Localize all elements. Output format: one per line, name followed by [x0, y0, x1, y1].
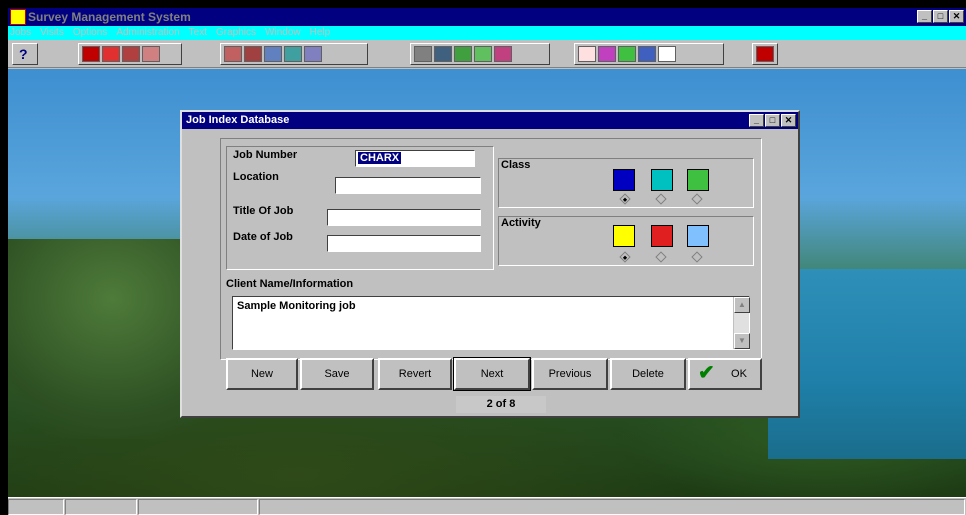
activity-panel: Activity [498, 216, 754, 266]
app-title-bar: Survey Management System _ □ ✕ [8, 8, 966, 26]
app-title: Survey Management System [28, 10, 191, 24]
dialog-maximize-button[interactable]: □ [765, 114, 780, 127]
class-label: Class [501, 159, 531, 171]
ok-button-label: OK [731, 368, 747, 380]
dialog-title: Job Index Database [186, 114, 290, 126]
previous-button[interactable]: Previous [532, 358, 608, 390]
save-button[interactable]: Save [300, 358, 374, 390]
toolbar-group-charts [410, 43, 550, 65]
maximize-button[interactable]: □ [933, 10, 948, 23]
class-radio-b[interactable] [655, 193, 667, 205]
activity-stop-icon[interactable] [651, 225, 673, 247]
new-button[interactable]: New [226, 358, 298, 390]
date-of-job-field[interactable] [327, 235, 481, 252]
ok-button[interactable]: ✔ OK [688, 358, 762, 390]
dialog-title-bar: Job Index Database _ □ ✕ [182, 112, 798, 129]
dialog-close-button[interactable]: ✕ [781, 114, 796, 127]
title-of-job-field[interactable] [327, 209, 481, 226]
menu-text[interactable]: Text [189, 26, 207, 40]
job-index-dialog: Job Index Database _ □ ✕ Job Number CHAR… [180, 110, 800, 418]
date-of-job-label: Date of Job [233, 231, 293, 243]
activity-radio-a[interactable] [619, 251, 631, 263]
location-field[interactable] [335, 177, 481, 194]
record-red-icon[interactable] [82, 46, 100, 62]
menu-window[interactable]: Window [265, 26, 301, 40]
scroll-up-button[interactable]: ▲ [734, 297, 750, 313]
export-icon[interactable] [638, 46, 656, 62]
blank-icon[interactable] [658, 46, 676, 62]
pen-icon[interactable] [618, 46, 636, 62]
location-label: Location [233, 171, 279, 183]
scroll-down-button[interactable]: ▼ [734, 333, 750, 349]
client-info-value: Sample Monitoring job [237, 300, 356, 312]
area-chart-icon[interactable] [474, 46, 492, 62]
table-icon[interactable] [304, 46, 322, 62]
status-cell-4 [259, 499, 965, 515]
help-tool-button[interactable]: ? [12, 43, 38, 65]
toolbar-group-terrain [220, 43, 368, 65]
menu-administration[interactable]: Administration [116, 26, 179, 40]
client-info-scrollbar[interactable]: ▲ ▼ [733, 297, 750, 349]
record-grid-icon[interactable] [122, 46, 140, 62]
exit-door-icon [756, 46, 774, 62]
menu-visits[interactable]: Visits [40, 26, 64, 40]
status-cell-2 [65, 499, 137, 515]
monitor-icon[interactable] [434, 46, 452, 62]
job-number-field[interactable]: CHARX [355, 150, 475, 167]
activity-lines-icon[interactable] [613, 225, 635, 247]
revert-button[interactable]: Revert [378, 358, 452, 390]
menu-help[interactable]: Help [310, 26, 331, 40]
terrain-icon[interactable] [224, 46, 242, 62]
class-type-b-icon[interactable] [651, 169, 673, 191]
class-panel: Class [498, 158, 754, 208]
polygon-icon[interactable] [578, 46, 596, 62]
next-button[interactable]: Next [453, 357, 531, 391]
class-radio-a[interactable] [619, 193, 631, 205]
title-of-job-label: Title Of Job [233, 205, 294, 217]
chart-icon[interactable] [414, 46, 432, 62]
job-number-value: CHARX [358, 152, 402, 164]
dialog-minimize-button[interactable]: _ [749, 114, 764, 127]
checkmark-icon: ✔ [698, 362, 715, 384]
status-bar [8, 497, 966, 515]
map-grid-icon[interactable] [264, 46, 282, 62]
menu-bar: Jobs Visits Options Administration Text … [8, 26, 966, 40]
activity-radio-c[interactable] [691, 251, 703, 263]
menu-graphics[interactable]: Graphics [216, 26, 256, 40]
client-label: Client Name/Information [226, 278, 354, 290]
job-fields-panel: Job Number CHARX Location Title Of Job D… [226, 146, 494, 270]
layer-icon[interactable] [284, 46, 302, 62]
slope-icon[interactable] [244, 46, 262, 62]
menu-options[interactable]: Options [73, 26, 107, 40]
exit-tool-button[interactable] [752, 43, 778, 65]
shape-icon[interactable] [494, 46, 512, 62]
class-type-c-icon[interactable] [687, 169, 709, 191]
class-type-a-icon[interactable] [613, 169, 635, 191]
menu-jobs[interactable]: Jobs [10, 26, 31, 40]
client-info-textarea[interactable]: Sample Monitoring job ▲ ▼ [232, 296, 750, 350]
minimize-button[interactable]: _ [917, 10, 932, 23]
toolbar-group-records [78, 43, 182, 65]
delete-button[interactable]: Delete [610, 358, 686, 390]
class-radio-c[interactable] [691, 193, 703, 205]
job-number-label: Job Number [233, 149, 298, 161]
record-stack-icon[interactable] [102, 46, 120, 62]
graph-icon[interactable] [454, 46, 472, 62]
activity-radio-b[interactable] [655, 251, 667, 263]
close-button[interactable]: ✕ [949, 10, 964, 23]
record-pattern-icon[interactable] [142, 46, 160, 62]
status-cell-1 [8, 499, 64, 515]
toolbar-group-drawing [574, 43, 724, 65]
toolbar: ? [8, 40, 966, 68]
record-indicator: 2 of 8 [456, 396, 546, 413]
activity-tool-icon[interactable] [687, 225, 709, 247]
app-logo-icon [10, 9, 26, 25]
activity-label: Activity [501, 217, 541, 229]
status-cell-3 [138, 499, 258, 515]
fill-icon[interactable] [598, 46, 616, 62]
